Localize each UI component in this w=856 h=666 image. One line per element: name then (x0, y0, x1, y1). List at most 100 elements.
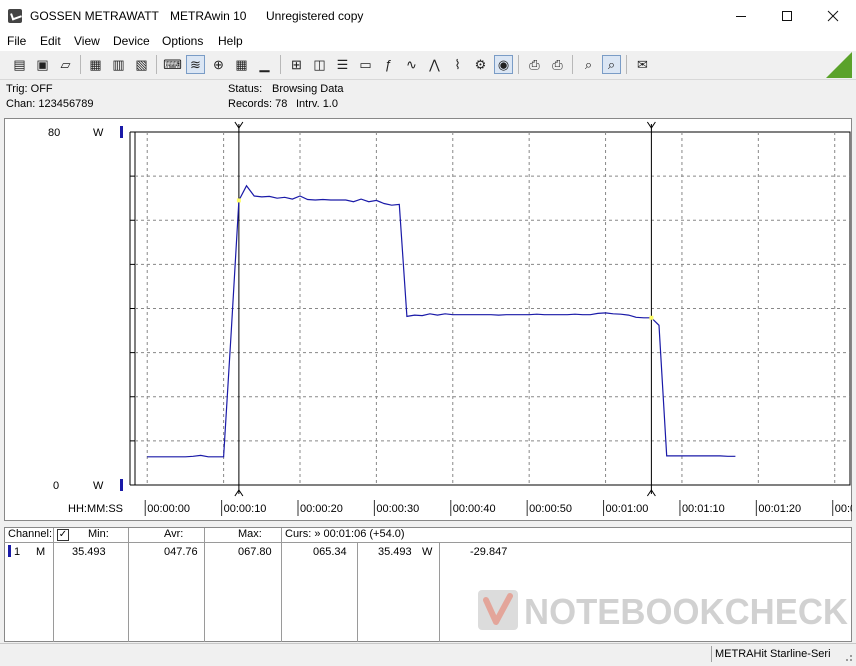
resize-grip[interactable] (850, 655, 852, 657)
toolbar-separator (80, 55, 81, 74)
col-channel-header: Channel: (8, 528, 53, 540)
window-vendor: GOSSEN METRAWATT (30, 9, 159, 23)
status-value: Browsing Data (272, 83, 344, 95)
channel-color-marker (8, 545, 11, 557)
x-axis-label: HH:MM:SS (68, 503, 123, 515)
menu-edit[interactable]: Edit (40, 34, 61, 48)
save-icon[interactable]: ▣ (33, 55, 52, 74)
row-delta: -29.847 (470, 546, 508, 558)
toolbar-separator (626, 55, 627, 74)
bar-chart-icon[interactable]: ▁ (255, 55, 274, 74)
row-channel-number: 1 (14, 546, 21, 558)
interval-value: Intrv. 1.0 (296, 98, 338, 110)
menu-file[interactable]: File (7, 34, 26, 48)
x-tick-label: 00:00:40 (453, 503, 496, 515)
series-line (147, 184, 736, 458)
row-unit: W (422, 546, 433, 558)
comment-icon[interactable]: ✉ (633, 55, 652, 74)
window-registration: Unregistered copy (266, 9, 364, 23)
col-divider (439, 543, 440, 642)
col-cursor-header: Curs: » 00:01:06 (+54.0) (285, 528, 405, 540)
device-send-icon[interactable]: ▧ (132, 55, 151, 74)
x-tick-label: 00:00:20 (300, 503, 343, 515)
keyboard-icon[interactable]: ⌨ (163, 55, 182, 74)
col-min-header: Min: (88, 528, 109, 540)
device-status: METRAHit Starline-Seri (711, 646, 855, 662)
close-icon (827, 10, 839, 21)
print-icon[interactable]: ⎙ (525, 55, 544, 74)
waveform-icon[interactable]: ∿ (402, 55, 421, 74)
app-icon[interactable] (8, 9, 22, 23)
zoom-fit-icon[interactable]: ⊞ (287, 55, 306, 74)
watermark-text: NOTEBOOKCHECK (524, 591, 848, 632)
crosshair-icon[interactable]: ⊕ (209, 55, 228, 74)
col-divider (128, 528, 129, 642)
list-icon[interactable]: ☰ (333, 55, 352, 74)
toolbar-separator (518, 55, 519, 74)
trigger-icon[interactable]: ◉ (494, 55, 513, 74)
row-max: 067.80 (238, 546, 272, 558)
pulse-icon[interactable]: ⌇ (448, 55, 467, 74)
y-axis-marker-top (120, 126, 123, 138)
channel-list: Chan: 123456789 (6, 98, 94, 110)
print-preview-icon[interactable]: ⎙ (548, 55, 567, 74)
peaks-icon[interactable]: ⋀ (425, 55, 444, 74)
trigger-status: Trig: OFF (6, 83, 53, 95)
x-tick-label: 00:01:00 (606, 503, 649, 515)
minimize-button[interactable] (718, 0, 764, 31)
maximize-icon (782, 10, 792, 21)
device-read-icon[interactable]: ▥ (109, 55, 128, 74)
settings-icon[interactable]: ⚙ (471, 55, 490, 74)
notebookcheck-logo: NOTEBOOKCHECK (478, 590, 848, 632)
corner-resize-icon (826, 52, 852, 78)
menu-help[interactable]: Help (218, 34, 243, 48)
menu-view[interactable]: View (74, 34, 100, 48)
monitor-icon[interactable]: ▭ (356, 55, 375, 74)
col-divider (281, 528, 282, 642)
x-tick-label: 00:00:00 (147, 503, 190, 515)
status-label: Status: (228, 83, 263, 95)
col-divider (204, 528, 205, 642)
toolbar-separator (156, 55, 157, 74)
col-divider (357, 543, 358, 642)
row-cursor2: 35.493 (378, 546, 412, 558)
y-unit-label: W (93, 127, 104, 139)
col-max-header: Max: (238, 528, 262, 540)
records-count: Records: 78 (228, 98, 288, 110)
chart-view-icon[interactable]: ≋ (186, 55, 205, 74)
y-axis-marker-bottom (120, 479, 123, 491)
new-icon[interactable]: ▤ (10, 55, 29, 74)
menu-bar: File Edit View Device Options Help (0, 31, 856, 51)
table-header-rule (4, 542, 852, 543)
zoom-window-icon[interactable]: ◫ (310, 55, 329, 74)
menu-options[interactable]: Options (162, 34, 203, 48)
fx-icon[interactable]: ƒ (379, 55, 398, 74)
x-tick-label: 00:01:10 (682, 503, 725, 515)
toolbar-separator (280, 55, 281, 74)
y-max-label: 80 (48, 127, 60, 139)
x-tick-label: 00:00:30 (376, 503, 419, 515)
zoom-in-icon[interactable]: ⌕ (579, 55, 598, 74)
menu-device[interactable]: Device (113, 34, 150, 48)
close-button[interactable] (810, 0, 856, 31)
line-chart[interactable]: 80 W 0 W HH:MM:SS 00:00:00 00:00:10 00:00:20 00:… (4, 118, 852, 521)
x-tick-label: 00:00:10 (224, 503, 267, 515)
open-folder-icon[interactable]: ▱ (56, 55, 75, 74)
resize-grip[interactable] (850, 659, 852, 661)
x-tick-label: 00:01:30 (835, 503, 852, 515)
zoom-cursor-icon[interactable]: ⌕ (602, 55, 621, 74)
row-cursor1: 065.34 (313, 546, 347, 558)
maximize-button[interactable] (764, 0, 810, 31)
y-min-label: 0 (53, 480, 59, 492)
cursor-point (649, 315, 654, 320)
x-tick-label: 00:00:50 (529, 503, 572, 515)
device-icon[interactable]: ▦ (86, 55, 105, 74)
minimize-icon (736, 15, 746, 17)
row-channel-name: M (36, 546, 46, 558)
row-avr: 047.76 (164, 546, 198, 558)
window-app: METRAwin 10 (170, 9, 247, 23)
resize-grip[interactable] (846, 659, 848, 661)
channel-checkbox[interactable]: ✓ (57, 529, 69, 541)
table-view-icon[interactable]: ▦ (232, 55, 251, 74)
x-tick-label: 00:01:20 (758, 503, 801, 515)
